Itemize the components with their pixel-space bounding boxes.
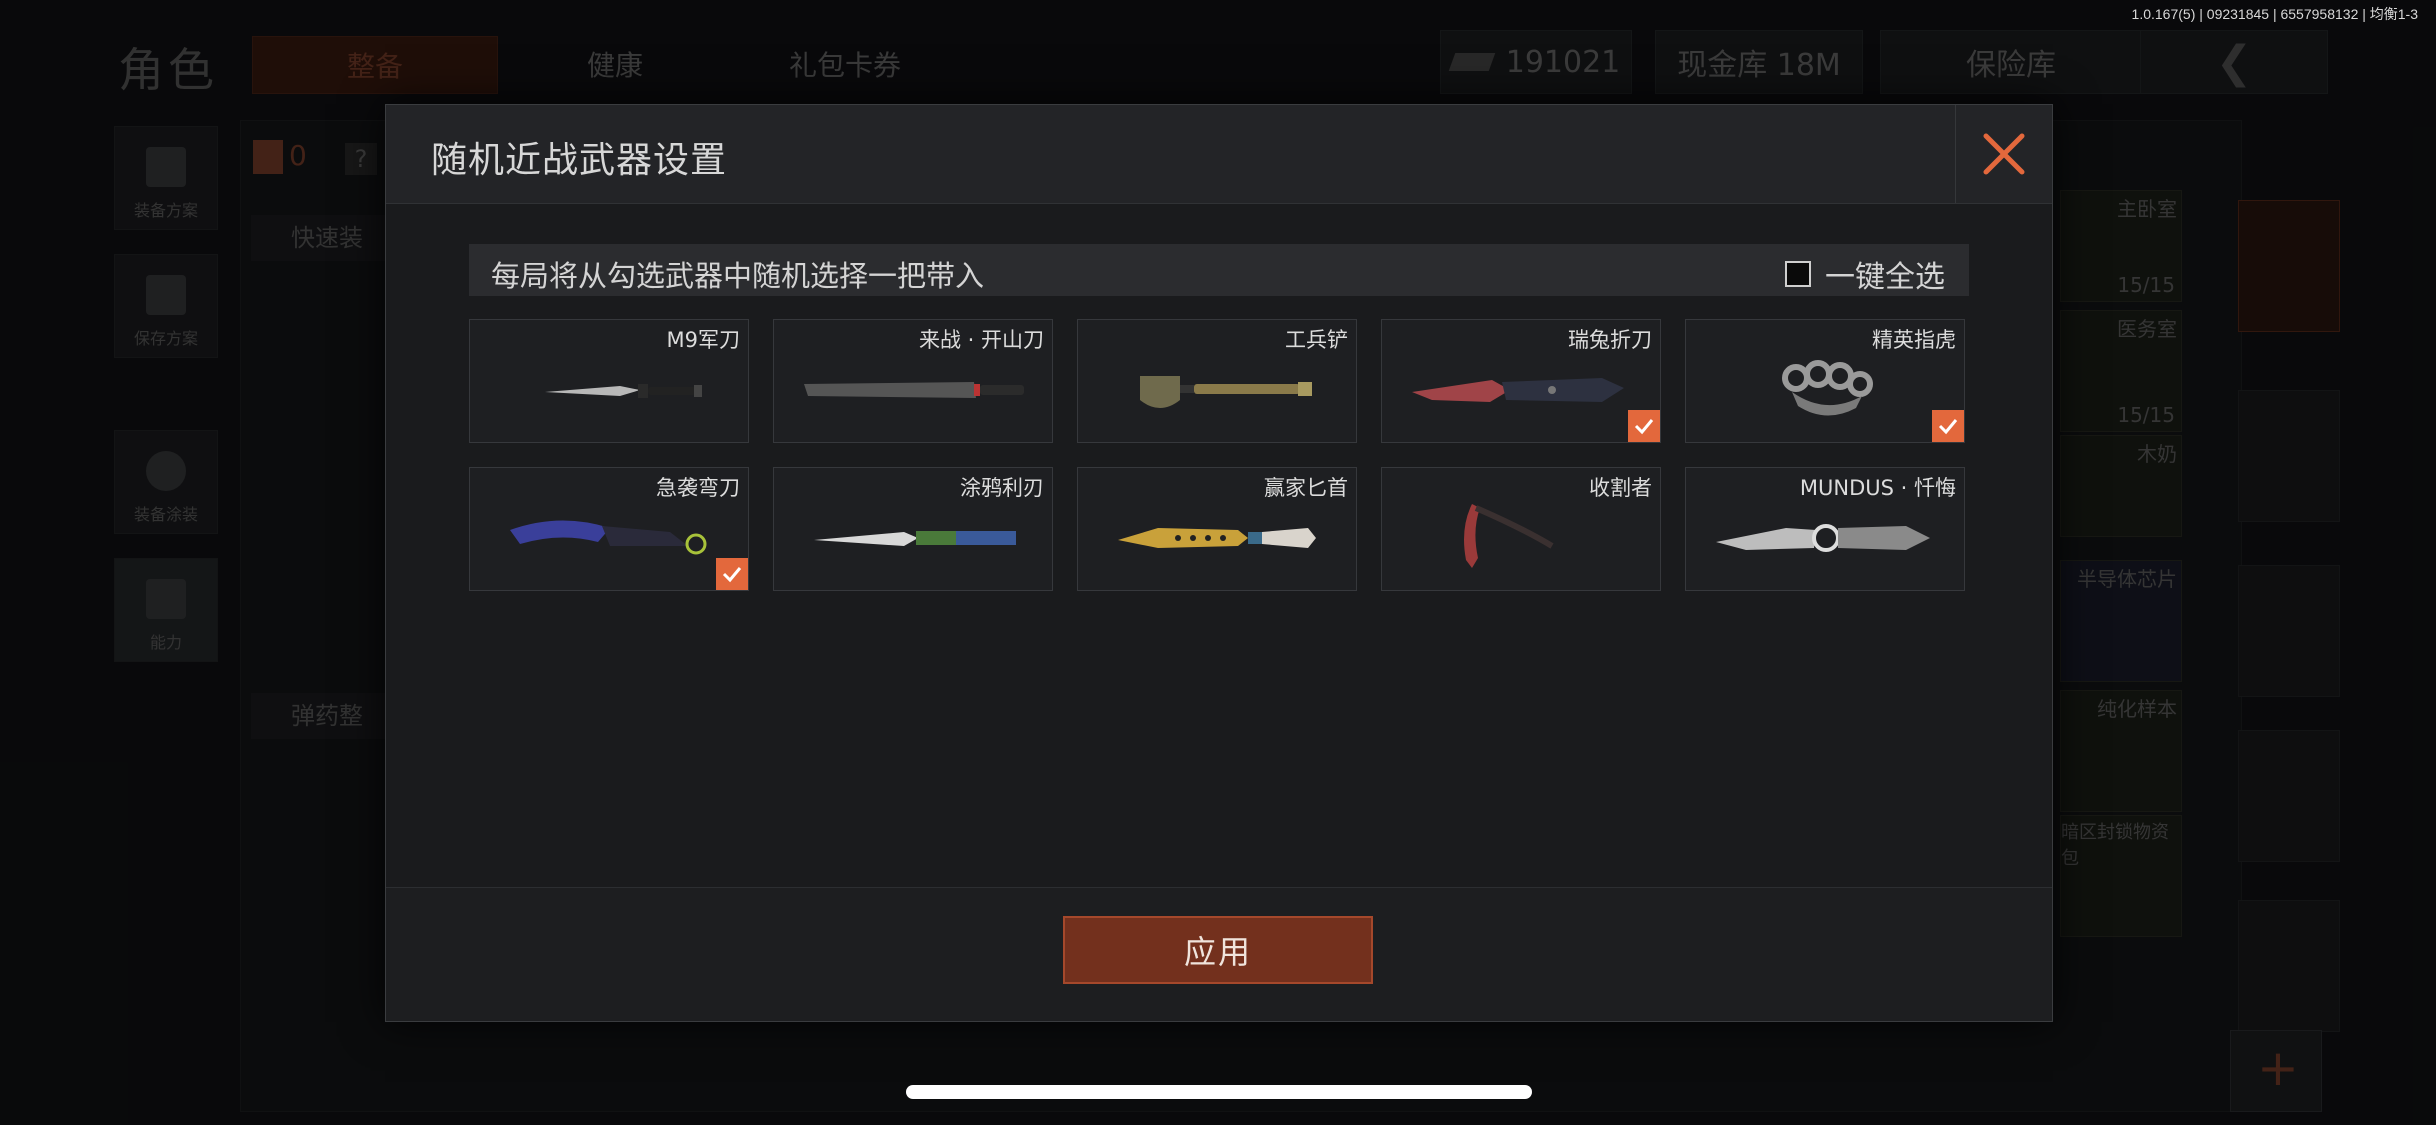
vest-icon (146, 147, 186, 187)
weapon-card-graffiti-blade[interactable]: 涂鸦利刃 (773, 467, 1053, 591)
slot-cell[interactable] (2238, 900, 2340, 1032)
dialog-description: 每局将从勾选武器中随机选择一把带入 (491, 259, 985, 293)
backpack-icon (253, 140, 283, 174)
weapon-card-m9[interactable]: M9军刀 (469, 319, 749, 443)
safe-button[interactable]: 保险库 (1880, 30, 2142, 94)
add-button[interactable]: + (2230, 1030, 2322, 1112)
currency-value: 191021 (1505, 44, 1621, 80)
apply-button[interactable]: 应用 (1063, 916, 1373, 984)
item-name: 主卧室 (2117, 197, 2177, 221)
backpack-count: 0 (253, 139, 307, 174)
weapon-card-raid-karambit[interactable]: 急袭弯刀 (469, 467, 749, 591)
download-icon (146, 275, 186, 315)
count-value: 0 (289, 139, 307, 172)
scythe-icon (1464, 504, 1554, 568)
item-card[interactable]: 半导体芯片 (2060, 560, 2182, 682)
weapon-checkbox-checked[interactable] (1628, 410, 1660, 442)
cash-vault-button[interactable]: 现金库 18M (1655, 30, 1863, 94)
dialog-footer: 应用 (386, 887, 2052, 1021)
dialog-header: 随机近战武器设置 (386, 105, 2052, 204)
weapon-card-winner-dagger[interactable]: 赢家匕首 (1077, 467, 1357, 591)
side-button-ability[interactable]: 能力 (114, 558, 218, 662)
karambit-icon (510, 520, 707, 555)
weapon-card-elite-knuckles[interactable]: 精英指虎 (1685, 319, 1965, 443)
home-indicator[interactable] (906, 1085, 1532, 1099)
side-button-label: 能力 (149, 633, 182, 652)
chevron-left-icon: ❮ (2215, 36, 2253, 88)
tab-gift-cards[interactable]: 礼包卡券 (720, 36, 970, 92)
close-button[interactable] (1955, 105, 2052, 203)
random-melee-dialog: 随机近战武器设置 每局将从勾选武器中随机选择一把带入 一键全选 M9军刀 来战 … (385, 104, 2053, 1022)
weapon-card-reaper[interactable]: 收割者 (1381, 467, 1661, 591)
item-name: 医务室 (2117, 317, 2177, 341)
currency-box: 191021 (1440, 30, 1632, 94)
close-icon (1983, 133, 2025, 175)
bullion-icon (1448, 53, 1496, 71)
select-all-label: 一键全选 (1825, 260, 1945, 295)
side-button-skin[interactable]: 装备涂装 (114, 430, 218, 534)
brass-knuckles-icon (1782, 360, 1873, 416)
checkmark-icon (1938, 419, 1958, 435)
select-all-checkbox[interactable] (1785, 261, 1811, 287)
item-name: 暗区封锁物资包 (2061, 822, 2169, 869)
side-button-loadout[interactable]: 装备方案 (114, 126, 218, 230)
item-name: 木奶 (2137, 442, 2177, 466)
machete-icon (804, 382, 1024, 398)
helmet-icon (146, 451, 186, 491)
version-label: 1.0.167(5) | 09231845 | 6557958132 | 均衡1… (2131, 6, 2418, 22)
item-name: 半导体芯片 (2077, 567, 2177, 591)
select-all-toggle[interactable]: 一键全选 (1785, 252, 1945, 296)
ornate-knife-icon (1716, 524, 1930, 552)
page-title: 角色 (118, 43, 218, 97)
side-button-label: 装备方案 (133, 201, 198, 220)
help-button[interactable]: ? (345, 143, 377, 175)
slot-cell[interactable] (2238, 200, 2340, 332)
weapon-card-mundus-penance[interactable]: MUNDUS · 忏悔 (1685, 467, 1965, 591)
side-button-save[interactable]: 保存方案 (114, 254, 218, 358)
item-card[interactable]: 主卧室 15/15 (2060, 190, 2182, 302)
weapon-checkbox-checked[interactable] (716, 558, 748, 590)
item-count: 15/15 (2117, 403, 2175, 427)
item-card[interactable]: 医务室 15/15 (2060, 310, 2182, 432)
checkmark-icon (1634, 419, 1654, 435)
side-button-label: 保存方案 (133, 329, 198, 348)
info-bar: 每局将从勾选武器中随机选择一把带入 一键全选 (469, 244, 1969, 296)
item-name: 纯化样本 (2097, 697, 2177, 721)
lightning-icon (146, 579, 186, 619)
slot-cell[interactable] (2238, 390, 2340, 522)
item-card[interactable]: 木奶 (2060, 435, 2182, 537)
slot-cell[interactable] (2238, 565, 2340, 697)
item-card[interactable]: 暗区封锁物资包 (2060, 815, 2182, 937)
item-card[interactable]: 纯化样本 (2060, 690, 2182, 812)
shovel-icon (1140, 376, 1312, 408)
plus-icon: + (2257, 1039, 2299, 1097)
bayonet-knife-icon (545, 384, 702, 398)
side-button-label: 装备涂装 (133, 505, 198, 524)
dialog-title: 随机近战武器设置 (431, 140, 728, 181)
item-count: 15/15 (2117, 273, 2175, 297)
dagger-icon (1118, 528, 1316, 548)
weapon-card-machete[interactable]: 来战 · 开山刀 (773, 319, 1053, 443)
checkmark-icon (722, 567, 742, 583)
tab-health[interactable]: 健康 (540, 36, 690, 92)
back-button[interactable]: ❮ (2140, 30, 2328, 94)
tab-equip[interactable]: 整备 (252, 36, 498, 94)
slot-cell[interactable] (2238, 730, 2340, 862)
weapon-card-shovel[interactable]: 工兵铲 (1077, 319, 1357, 443)
weapon-checkbox-checked[interactable] (1932, 410, 1964, 442)
graffiti-blade-icon (814, 531, 1016, 546)
folding-knife-icon (1412, 378, 1624, 402)
weapon-card-rabbit-folding[interactable]: 瑞兔折刀 (1381, 319, 1661, 443)
